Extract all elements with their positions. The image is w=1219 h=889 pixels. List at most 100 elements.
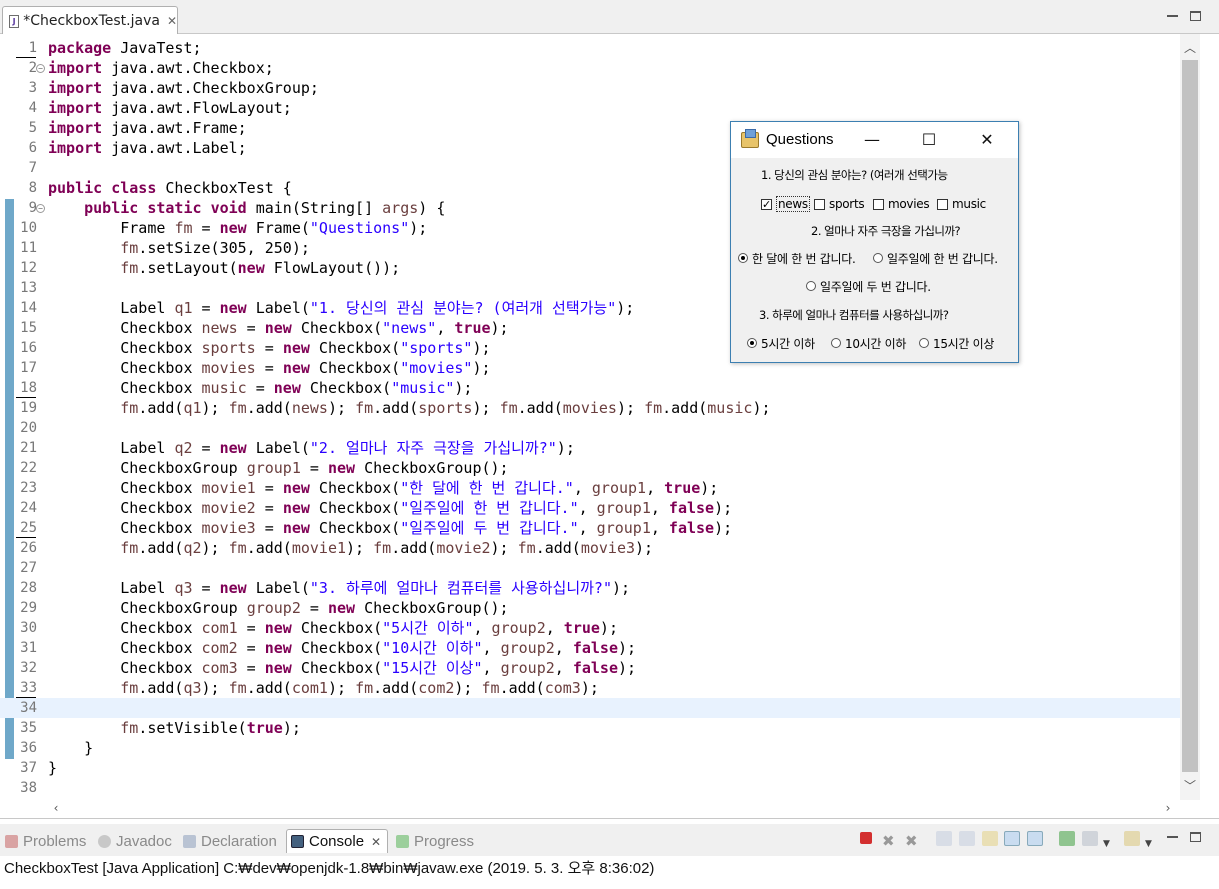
pin-console-icon[interactable] [1059, 831, 1075, 846]
window-title: Questions [766, 131, 834, 148]
fold-toggle-icon[interactable]: − [36, 64, 45, 73]
code-line[interactable]: 33 fm.add(q3); fm.add(com1); fm.add(com2… [0, 678, 1180, 698]
line-number: 4 [28, 100, 37, 116]
code-line[interactable]: 29 CheckboxGroup group2 = new CheckboxGr… [0, 598, 1180, 618]
window-titlebar[interactable]: Questions — ☐ ✕ [731, 122, 1018, 158]
line-number: 36 [20, 740, 37, 756]
code-line[interactable]: 35 fm.setVisible(true); [0, 718, 1180, 738]
code-line[interactable]: 24 Checkbox movie2 = new Checkbox("일주일에 … [0, 498, 1180, 518]
code-text: fm.setSize(305, 250); [120, 239, 310, 257]
code-line[interactable]: 21 Label q2 = new Label("2. 얼마나 자주 극장을 가… [0, 438, 1180, 458]
code-line[interactable]: 37} [0, 758, 1180, 778]
radio-com1[interactable]: 5시간 이하 [747, 335, 815, 351]
tab-problems[interactable]: Problems [5, 829, 86, 853]
remove-launch-icon[interactable]: ✖ [882, 831, 898, 850]
clear-console-icon[interactable] [936, 831, 952, 846]
chevron-down-icon[interactable]: ▼ [1145, 831, 1155, 849]
code-line[interactable]: 28 Label q3 = new Label("3. 하루에 얼마나 컴퓨터를… [0, 578, 1180, 598]
vertical-scrollbar[interactable]: ︿ ﹀ [1180, 34, 1200, 800]
chevron-down-icon[interactable]: ▼ [1103, 831, 1113, 849]
code-line[interactable]: 23 Checkbox movie1 = new Checkbox("한 달에 … [0, 478, 1180, 498]
close-icon[interactable]: ✕ [167, 14, 177, 28]
q2-label: 2. 얼마나 자주 극장을 가십니까? [811, 224, 961, 238]
scroll-right-icon[interactable]: › [1158, 798, 1178, 818]
code-text: import java.awt.CheckboxGroup; [48, 79, 319, 97]
code-line[interactable]: 26 fm.add(q2); fm.add(movie1); fm.add(mo… [0, 538, 1180, 558]
code-text: Checkbox movie3 = new Checkbox("일주일에 두 번… [48, 519, 733, 537]
scrollbar-thumb[interactable] [1182, 60, 1198, 772]
code-line[interactable]: 27 [0, 558, 1180, 578]
line-number: 27 [20, 560, 37, 576]
questions-window[interactable]: Questions — ☐ ✕ 1. 당신의 관심 분야는? (여러개 선택가능… [730, 121, 1019, 363]
scroll-lock-icon[interactable] [959, 831, 975, 846]
show-console-stderr-icon[interactable] [1027, 831, 1043, 846]
code-editor[interactable]: 1 package JavaTest; 2− import java.awt.Chec… [0, 34, 1219, 819]
minimize-editor-icon[interactable] [1167, 11, 1178, 17]
remove-all-terminated-icon[interactable]: ✖ [905, 831, 921, 850]
checkbox-sports[interactable]: sports [814, 196, 865, 212]
checkbox-movies[interactable]: movies [873, 196, 930, 212]
scroll-down-icon[interactable]: ﹀ [1180, 776, 1200, 796]
tab-progress[interactable]: Progress [396, 829, 474, 853]
radio-button [806, 281, 816, 291]
maximize-editor-icon[interactable] [1190, 11, 1201, 21]
code-line[interactable]: 32 Checkbox com3 = new Checkbox("15시간 이상… [0, 658, 1180, 678]
code-line[interactable]: 2− import java.awt.Checkbox; [0, 58, 1180, 78]
line-number: 35 [20, 720, 37, 736]
code-text: } [48, 739, 94, 757]
close-icon[interactable]: ✕ [371, 835, 381, 849]
tab-javadoc[interactable]: Javadoc [98, 829, 172, 853]
code-line[interactable]: 30 Checkbox com1 = new Checkbox("5시간 이하"… [0, 618, 1180, 638]
line-number: 25 [20, 520, 37, 536]
checkbox-music[interactable]: music [937, 196, 986, 212]
fold-toggle-icon[interactable]: − [36, 204, 45, 213]
editor-tab-bar: J *CheckboxTest.java ✕ [0, 0, 1219, 35]
checkbox-box [814, 198, 825, 210]
line-number: 15 [20, 320, 37, 336]
window-minimize-button[interactable]: — [857, 129, 887, 151]
line-number: 1 [28, 40, 37, 56]
line-number: 19 [20, 400, 37, 416]
code-text: Checkbox movie1 = new Checkbox("한 달에 한 번… [48, 479, 719, 497]
radio-movie1[interactable]: 한 달에 한 번 갑니다. [738, 250, 856, 266]
radio-movie3[interactable]: 일주일에 두 번 갑니다. [806, 278, 931, 294]
checkbox-news[interactable]: ✓ news [761, 196, 810, 212]
editor-tab-checkboxtest[interactable]: J *CheckboxTest.java ✕ [2, 6, 178, 35]
code-line[interactable]: 20 [0, 418, 1180, 438]
code-line[interactable]: 22 CheckboxGroup group1 = new CheckboxGr… [0, 458, 1180, 478]
window-close-button[interactable]: ✕ [972, 129, 1002, 151]
open-console-icon[interactable] [1124, 831, 1140, 846]
tab-console[interactable]: Console ✕ [286, 829, 389, 853]
word-wrap-icon[interactable] [982, 831, 998, 846]
code-text: import java.awt.FlowLayout; [48, 99, 292, 117]
scroll-left-icon[interactable]: ‹ [46, 798, 66, 818]
console-icon [291, 835, 304, 848]
radio-com3[interactable]: 15시간 이상 [919, 335, 994, 351]
maximize-panel-icon[interactable] [1190, 832, 1201, 842]
radio-button [831, 338, 841, 348]
terminate-icon[interactable] [860, 832, 872, 844]
code-line[interactable]: 3 import java.awt.CheckboxGroup; [0, 78, 1180, 98]
tab-declaration[interactable]: Declaration [183, 829, 277, 853]
window-maximize-button[interactable]: ☐ [914, 129, 944, 151]
display-console-icon[interactable] [1082, 831, 1098, 846]
code-line[interactable]: 31 Checkbox com2 = new Checkbox("10시간 이하… [0, 638, 1180, 658]
radio-com2[interactable]: 10시간 이하 [831, 335, 906, 351]
line-number: 14 [20, 300, 37, 316]
minimize-panel-icon[interactable] [1167, 832, 1178, 838]
code-line[interactable]: 38 [0, 778, 1180, 798]
q1-label: 1. 당신의 관심 분야는? (여러개 선택가능 [761, 168, 948, 182]
scroll-up-icon[interactable]: ︿ [1180, 38, 1200, 58]
code-line[interactable]: 4 import java.awt.FlowLayout; [0, 98, 1180, 118]
code-text: import java.awt.Label; [48, 139, 247, 157]
code-line[interactable]: 19 fm.add(q1); fm.add(news); fm.add(spor… [0, 398, 1180, 418]
radio-movie2[interactable]: 일주일에 한 번 갑니다. [873, 250, 998, 266]
code-line[interactable]: 1 package JavaTest; [0, 38, 1180, 58]
code-line[interactable]: 36 } [0, 738, 1180, 758]
code-line[interactable]: 18 Checkbox music = new Checkbox("music"… [0, 378, 1180, 398]
declaration-icon [183, 834, 196, 848]
code-line[interactable]: 25 Checkbox movie3 = new Checkbox("일주일에 … [0, 518, 1180, 538]
code-line[interactable]: 34 [0, 698, 1180, 718]
horizontal-scrollbar[interactable]: ‹ › [44, 798, 1180, 818]
show-console-stdout-icon[interactable] [1004, 831, 1020, 846]
